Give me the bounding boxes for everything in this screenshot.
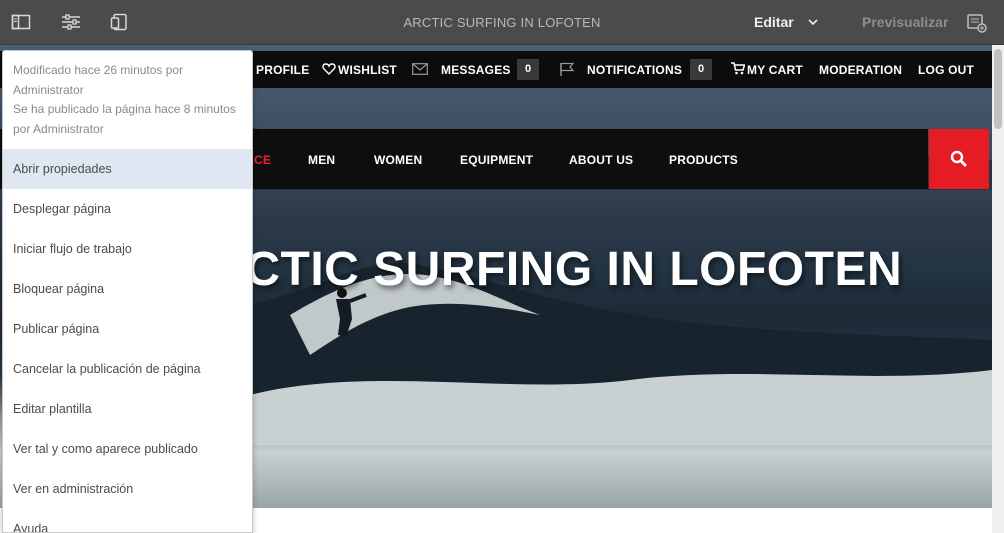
page-status-info: Modificado hace 26 minutos por Administr… — [3, 51, 252, 149]
search-icon — [950, 150, 967, 167]
page-actions-menu: Abrir propiedades Desplegar página Inici… — [3, 149, 252, 532]
menu-open-properties[interactable]: Abrir propiedades — [3, 149, 252, 189]
published-info: Se ha publicado la página hace 8 minutos… — [13, 102, 236, 136]
menu-publish-page[interactable]: Publicar página — [3, 309, 252, 349]
scrollbar-thumb[interactable] — [994, 49, 1002, 129]
nav-products[interactable]: PRODUCTS — [669, 153, 738, 167]
nav-notifications[interactable]: NOTIFICATIONS — [587, 63, 682, 77]
mode-selector[interactable]: Editar — [754, 14, 794, 30]
nav-profile[interactable]: PROFILE — [256, 63, 309, 77]
modified-info: Modificado hace 26 minutos por Administr… — [13, 63, 184, 97]
nav-wishlist[interactable]: WISHLIST — [338, 63, 397, 77]
chevron-down-icon[interactable] — [807, 15, 819, 27]
page-info-popover: Modificado hace 26 minutos por Administr… — [2, 50, 253, 533]
nav-moderation[interactable]: MODERATION — [819, 63, 902, 77]
search-button[interactable] — [929, 129, 989, 189]
nav-messages[interactable]: MESSAGES — [441, 63, 511, 77]
nav-men[interactable]: MEN — [308, 153, 335, 167]
cart-icon[interactable] — [731, 62, 747, 76]
page-title: ARCTIC SURFING IN LOFOTEN — [403, 15, 601, 30]
notifications-count-badge: 0 — [690, 59, 712, 80]
messages-count-badge: 0 — [517, 59, 539, 80]
nav-logout[interactable]: LOG OUT — [918, 63, 974, 77]
preview-button[interactable]: Previsualizar — [862, 14, 948, 30]
menu-help[interactable]: Ayuda — [3, 509, 252, 532]
nav-about-us[interactable]: ABOUT US — [569, 153, 633, 167]
menu-view-as-published[interactable]: Ver tal y como aparece publicado — [3, 429, 252, 469]
menu-edit-template[interactable]: Editar plantilla — [3, 389, 252, 429]
nav-my-cart[interactable]: MY CART — [747, 63, 803, 77]
annotate-icon[interactable] — [966, 13, 988, 33]
menu-lock-page[interactable]: Bloquear página — [3, 269, 252, 309]
menu-view-in-admin[interactable]: Ver en administración — [3, 469, 252, 509]
nav-equipment[interactable]: EQUIPMENT — [460, 153, 533, 167]
editor-toolbar: ARCTIC SURFING IN LOFOTEN Editar Previsu… — [0, 0, 1004, 45]
envelope-icon[interactable] — [412, 62, 428, 76]
flag-icon[interactable] — [559, 62, 575, 76]
nav-women[interactable]: WOMEN — [374, 153, 422, 167]
heart-icon[interactable] — [322, 62, 338, 76]
menu-unpublish-page[interactable]: Cancelar la publicación de página — [3, 349, 252, 389]
page-scrollbar[interactable] — [992, 45, 1004, 533]
menu-rollout-page[interactable]: Desplegar página — [3, 189, 252, 229]
menu-start-workflow[interactable]: Iniciar flujo de trabajo — [3, 229, 252, 269]
hero-heading: ARCTIC SURFING IN LOFOTEN — [175, 243, 903, 296]
nav-experience[interactable]: CE — [254, 153, 271, 167]
